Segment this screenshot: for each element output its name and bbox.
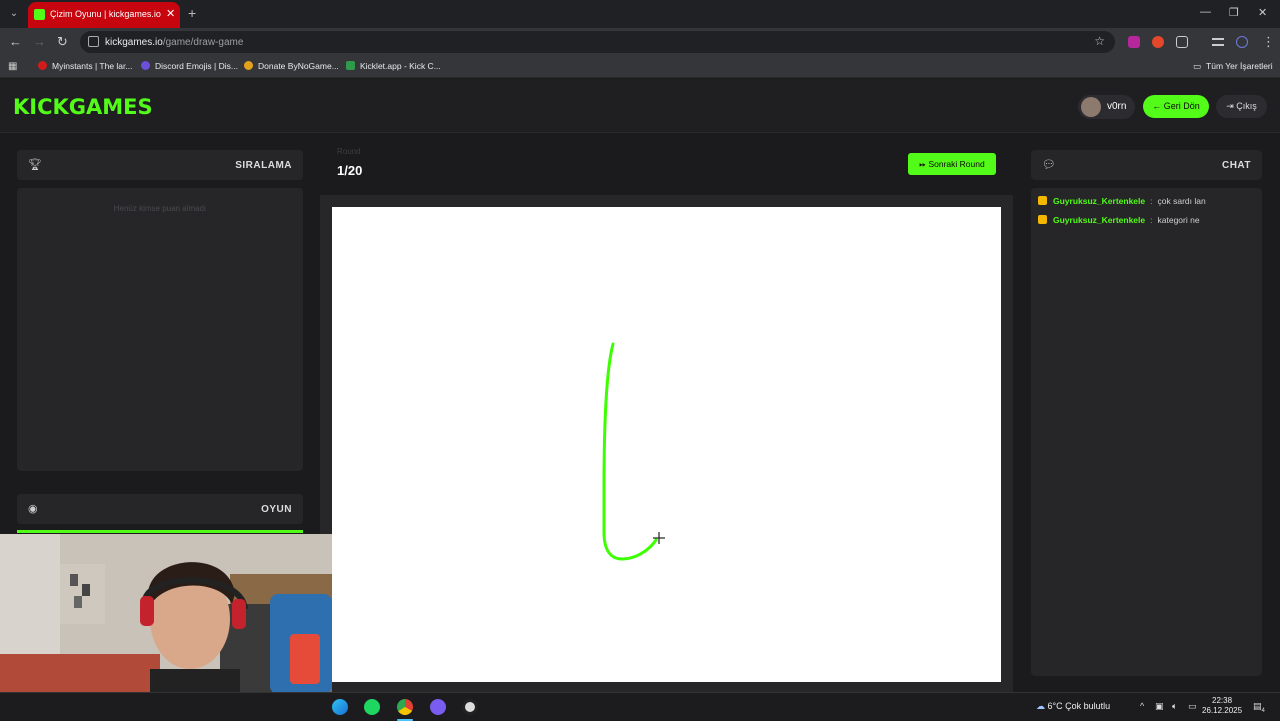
ranking-list: Henüz kimse puan almadı bbox=[17, 188, 303, 471]
drawing-canvas[interactable] bbox=[332, 207, 1001, 682]
forward-arrow-icon[interactable]: → bbox=[33, 34, 46, 49]
user-badge-icon bbox=[1038, 215, 1047, 224]
ranking-title: SIRALAMA bbox=[235, 160, 292, 171]
username: v0rn bbox=[1107, 101, 1127, 112]
gamepad-icon: ◉ bbox=[28, 503, 38, 515]
menu-dots-icon[interactable]: ⋮ bbox=[1262, 34, 1275, 50]
tray-app-icon[interactable]: ▣ bbox=[1155, 701, 1164, 712]
ranking-header: 🏆︎ SIRALAMA bbox=[17, 150, 303, 180]
tray-chevron-icon[interactable]: ^ bbox=[1140, 701, 1144, 711]
chat-bubbles-icon: 💬︎ bbox=[1042, 159, 1056, 171]
profile-icon[interactable] bbox=[1236, 36, 1248, 48]
browser-toolbar: ← → ↻ kickgames.io/game/draw-game ☆ ⋮ bbox=[0, 28, 1280, 56]
reload-icon[interactable]: ↻ bbox=[57, 34, 68, 50]
fast-forward-icon: ⏩︎ bbox=[919, 159, 927, 169]
bookmark-discord-emojis[interactable]: Discord Emojis | Dis... bbox=[141, 61, 238, 71]
bookmark-bynogame[interactable]: Donate ByNoGame... bbox=[244, 61, 339, 71]
network-icon[interactable]: ▭ bbox=[1188, 701, 1197, 712]
edge-icon[interactable] bbox=[332, 699, 348, 715]
tab-search-icon[interactable]: ⌄ bbox=[6, 6, 22, 22]
logout-button[interactable]: ⇥ Çıkış bbox=[1216, 95, 1267, 118]
notifications-icon[interactable]: ▤4 bbox=[1253, 701, 1265, 714]
bookmark-kicklet[interactable]: Kicklet.app - Kick C... bbox=[346, 61, 441, 71]
bookmark-myinstants[interactable]: Myinstants | The lar... bbox=[38, 61, 132, 71]
bookmark-star-icon[interactable]: ☆ bbox=[1094, 34, 1105, 48]
chat-header: 💬︎ CHAT bbox=[1031, 150, 1262, 180]
game-progress-bar bbox=[17, 530, 303, 533]
system-clock[interactable]: 22:38 26.12.2025 bbox=[1202, 696, 1242, 716]
ranking-empty-text: Henüz kimse puan almadı bbox=[113, 204, 207, 213]
next-round-button[interactable]: ⏩︎ Sonraki Round bbox=[908, 153, 996, 175]
webcam-overlay bbox=[0, 534, 332, 694]
apps-grid-icon[interactable]: ▦ bbox=[8, 61, 19, 72]
chrome-icon[interactable] bbox=[397, 699, 413, 715]
round-count: 1/20 bbox=[337, 163, 363, 178]
minimize-icon[interactable]: — bbox=[1200, 6, 1211, 18]
all-bookmarks-folder[interactable]: ▭ Tüm Yer İşaretleri bbox=[1193, 61, 1273, 72]
game-header: ◉ OYUN bbox=[17, 494, 303, 524]
extension-icon[interactable] bbox=[1128, 36, 1140, 48]
chat-message: Guyruksuz_Kertenkele: kategori ne bbox=[1038, 215, 1200, 225]
avatar bbox=[1081, 97, 1101, 117]
drawing-stroke-layer bbox=[602, 342, 665, 561]
user-profile-chip[interactable]: v0rn bbox=[1078, 95, 1135, 119]
tab-title: Çizim Oyunu | kickgames.io bbox=[50, 9, 161, 19]
browser-tab[interactable]: Çizim Oyunu | kickgames.io ✕ bbox=[28, 2, 180, 28]
kickgames-favicon-icon bbox=[34, 9, 45, 20]
site-info-icon[interactable] bbox=[88, 36, 99, 47]
back-button[interactable]: ← Geri Dön bbox=[1143, 95, 1209, 118]
back-arrow-icon[interactable]: ← bbox=[9, 34, 22, 49]
address-bar[interactable]: kickgames.io/game/draw-game ☆ bbox=[80, 31, 1115, 53]
webcam-feed-image bbox=[0, 534, 332, 694]
cloud-icon: ☁ bbox=[1036, 701, 1045, 711]
url-text: kickgames.io/game/draw-game bbox=[105, 37, 244, 48]
obs-icon[interactable] bbox=[462, 699, 478, 715]
weather-widget[interactable]: ☁ 6°C Çok bulutlu bbox=[1036, 701, 1110, 712]
trophy-icon: 🏆︎ bbox=[28, 159, 42, 171]
extension-icon[interactable] bbox=[1152, 36, 1164, 48]
tab-close-icon[interactable]: ✕ bbox=[166, 7, 175, 20]
chat-title: CHAT bbox=[1221, 160, 1251, 171]
bookmarks-bar: ▦ Myinstants | The lar... Discord Emojis… bbox=[0, 56, 1280, 78]
maximize-icon[interactable]: ❐ bbox=[1229, 6, 1239, 19]
kickgames-logo[interactable]: KICKGAMES bbox=[13, 95, 153, 119]
logout-icon: ⇥ bbox=[1226, 101, 1234, 111]
user-badge-icon bbox=[1038, 196, 1047, 205]
game-title: OYUN bbox=[261, 504, 292, 515]
site-header: KICKGAMES v0rn bbox=[0, 79, 1280, 133]
extensions-puzzle-icon[interactable] bbox=[1176, 36, 1188, 48]
volume-icon[interactable]: 🔈︎ bbox=[1172, 701, 1177, 712]
spotify-icon[interactable] bbox=[364, 699, 380, 715]
drawn-stroke bbox=[602, 342, 658, 561]
windows-taskbar: ☁ 6°C Çok bulutlu ^ ▣ 🔈︎ ▭ 22:38 26.12.2… bbox=[0, 692, 1280, 721]
close-window-icon[interactable]: ✕ bbox=[1258, 6, 1267, 19]
discord-icon[interactable] bbox=[430, 699, 446, 715]
round-label: Round bbox=[337, 147, 361, 156]
arrow-left-icon: ← bbox=[1152, 101, 1162, 111]
chat-message: Guyruksuz_Kertenkele: çok sardı lan bbox=[1038, 196, 1206, 206]
media-control-icon[interactable] bbox=[1212, 38, 1224, 46]
new-tab-icon[interactable]: + bbox=[188, 5, 196, 21]
chat-messages: Guyruksuz_Kertenkele: çok sardı lan Guyru… bbox=[1031, 188, 1262, 676]
tab-strip: ⌄ Çizim Oyunu | kickgames.io ✕ + — ❐ ✕ bbox=[0, 0, 1280, 28]
